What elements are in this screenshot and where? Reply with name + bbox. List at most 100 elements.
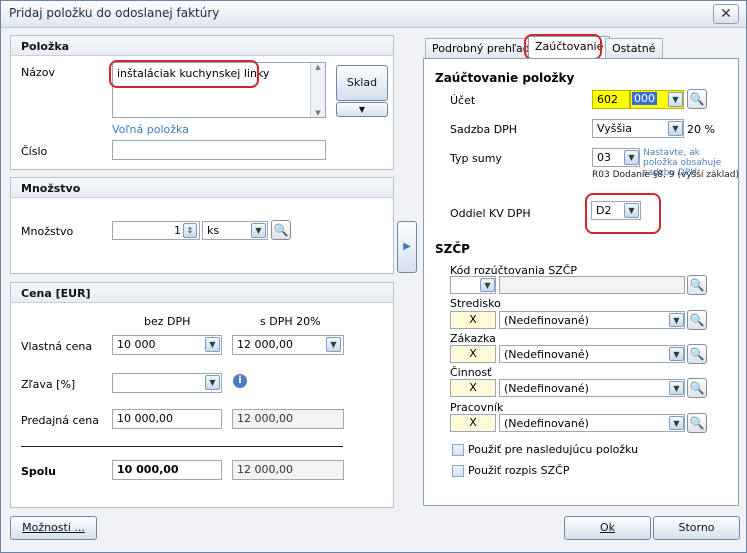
chevron-down-icon: ▼ <box>673 384 680 393</box>
sadzba-dropdown[interactable]: ▼ <box>668 121 683 136</box>
toggle-panel-button[interactable]: ▶ <box>397 221 417 273</box>
vlastna-cena-s-value: 12 000,00 <box>237 338 293 351</box>
polozka-header: Položka <box>11 36 393 56</box>
search-icon: 🔍 <box>689 313 705 327</box>
ucet-dropdown[interactable]: ▼ <box>668 92 683 107</box>
predajna-cena-s-input: 12 000,00 <box>232 409 344 429</box>
info-icon[interactable]: i <box>233 374 247 388</box>
pracovnik-value: (Nedefinované) <box>504 417 589 430</box>
cinnost-value: (Nedefinované) <box>504 382 589 395</box>
ucet-syntetika-value: 602 <box>597 93 618 106</box>
zlava-label: Zľava [%] <box>21 378 76 391</box>
unit-value: ks <box>207 224 220 237</box>
spinner-icon: ⇕ <box>186 226 194 235</box>
pracovnik-select[interactable]: (Nedefinované) <box>499 414 685 432</box>
unit-search-button[interactable]: 🔍 <box>271 220 291 240</box>
stredisko-code[interactable]: X <box>450 311 496 329</box>
chevron-down-icon: ▼ <box>673 419 680 428</box>
predajna-cena-bez-input[interactable]: 10 000,00 <box>112 409 222 429</box>
zakazka-dropdown[interactable]: ▼ <box>669 347 684 361</box>
pracovnik-dropdown[interactable]: ▼ <box>669 416 684 430</box>
chevron-down-icon: ▼ <box>255 226 262 235</box>
oddiel-highlight <box>585 193 661 234</box>
predajna-cena-bez-value: 10 000,00 <box>117 412 173 425</box>
search-icon: 🔍 <box>689 92 705 106</box>
title-bar: Pridaj položku do odoslanej faktúry ✕ <box>1 1 746 28</box>
chevron-down-icon: ▼ <box>209 340 216 349</box>
storno-button[interactable]: Storno <box>653 516 740 540</box>
cinnost-search-button[interactable]: 🔍 <box>687 378 707 398</box>
volna-polozka-link[interactable]: Voľná položka <box>112 123 189 136</box>
unit-dropdown[interactable]: ▼ <box>251 223 266 238</box>
pracovnik-code[interactable]: X <box>450 414 496 432</box>
predajna-cena-label: Predajná cena <box>21 414 100 427</box>
cislo-input[interactable] <box>112 140 326 160</box>
search-icon: 🔍 <box>689 347 705 361</box>
kod-rozuctovania-name <box>499 276 685 294</box>
zlava-dropdown[interactable]: ▼ <box>205 375 220 390</box>
nazov-scrollbar[interactable]: ▲ ▼ <box>310 63 325 117</box>
cinnost-label: Činnosť <box>450 366 492 379</box>
spolu-s-value: 12 000,00 <box>237 463 293 476</box>
moznosti-button[interactable]: Možnosti ... <box>10 516 97 540</box>
search-icon: 🔍 <box>689 416 705 430</box>
typ-sumy-label: Typ sumy <box>450 152 502 165</box>
tab-ostatne[interactable]: Ostatné <box>605 38 663 58</box>
nazov-label: Názov <box>21 66 55 79</box>
pouzit-rozpis-label: Použiť rozpis SZČP <box>468 464 570 477</box>
predajna-cena-s-value: 12 000,00 <box>237 412 293 425</box>
mnozstvo-spinner[interactable]: ⇕ <box>183 223 197 238</box>
ucet-syntetika-input[interactable]: 602 <box>592 90 630 109</box>
scroll-down-icon[interactable]: ▼ <box>311 109 325 117</box>
stredisko-dropdown[interactable]: ▼ <box>669 313 684 327</box>
dialog-window: Pridaj položku do odoslanej faktúry ✕ Po… <box>0 0 747 553</box>
kod-rozuctovania-dropdown[interactable]: ▼ <box>480 278 495 292</box>
zakazka-search-button[interactable]: 🔍 <box>687 344 707 364</box>
pracovnik-search-button[interactable]: 🔍 <box>687 413 707 433</box>
vlastna-cena-bez-value: 10 000 <box>117 338 156 351</box>
sadzba-value: Vyššia <box>597 122 632 135</box>
pouzit-rozpis-checkbox[interactable] <box>452 465 464 477</box>
ok-label: Ok <box>599 521 616 534</box>
kod-rozuctovania-search-button[interactable]: 🔍 <box>687 275 707 295</box>
stredisko-value: (Nedefinované) <box>504 314 589 327</box>
vlastna-cena-s-dropdown[interactable]: ▼ <box>326 337 341 352</box>
cinnost-select[interactable]: (Nedefinované) <box>499 379 685 397</box>
stredisko-select[interactable]: (Nedefinované) <box>499 311 685 329</box>
typ-sumy-dropdown[interactable]: ▼ <box>624 150 639 165</box>
col-s-dph: s DPH 20% <box>260 315 321 328</box>
stredisko-label: Stredisko <box>450 297 501 310</box>
ucet-search-button[interactable]: 🔍 <box>687 89 707 109</box>
pracovnik-label: Pracovník <box>450 401 504 414</box>
vlastna-cena-bez-dropdown[interactable]: ▼ <box>205 337 220 352</box>
ok-button[interactable]: Ok <box>564 516 651 540</box>
sadzba-label: Sadzba DPH <box>450 123 518 136</box>
typ-sumy-desc: R03 Dodanie §8, 9 (vyšší základ) <box>592 170 739 180</box>
search-icon: 🔍 <box>273 223 289 237</box>
zauctovanie-panel: Zaúčtovanie položky Účet 602 000 ▼ 🔍 Sad… <box>423 58 739 506</box>
sklad-dropdown-button[interactable]: ▼ <box>336 102 388 117</box>
sklad-button[interactable]: Sklad <box>336 65 388 101</box>
spolu-label: Spolu <box>21 465 56 478</box>
cinnost-code[interactable]: X <box>450 379 496 397</box>
stredisko-search-button[interactable]: 🔍 <box>687 310 707 330</box>
szcp-title: SZČP <box>435 242 470 256</box>
ucet-label: Účet <box>450 94 476 107</box>
cinnost-dropdown[interactable]: ▼ <box>669 381 684 395</box>
spolu-s-input: 12 000,00 <box>232 460 344 480</box>
pouzit-pre-nasledujucu-checkbox[interactable] <box>452 444 464 456</box>
polozka-panel: Položka Názov inštaláciak kuchynskej lin… <box>10 35 394 170</box>
spolu-bez-input[interactable]: 10 000,00 <box>112 460 222 480</box>
tab-highlight <box>524 34 602 60</box>
chevron-down-icon: ▼ <box>673 316 680 325</box>
chevron-down-icon: ▼ <box>672 124 679 133</box>
zakazka-select[interactable]: (Nedefinované) <box>499 345 685 363</box>
spolu-bez-value: 10 000,00 <box>117 463 179 476</box>
tab-podrobny-prehlad[interactable]: Podrobný prehľad <box>425 38 537 58</box>
typ-sumy-value: 03 <box>597 151 611 164</box>
scroll-up-icon[interactable]: ▲ <box>311 63 325 71</box>
chevron-down-icon: ▼ <box>330 340 337 349</box>
zakazka-code[interactable]: X <box>450 345 496 363</box>
close-button[interactable]: ✕ <box>713 4 739 24</box>
col-bez-dph: bez DPH <box>144 315 191 328</box>
